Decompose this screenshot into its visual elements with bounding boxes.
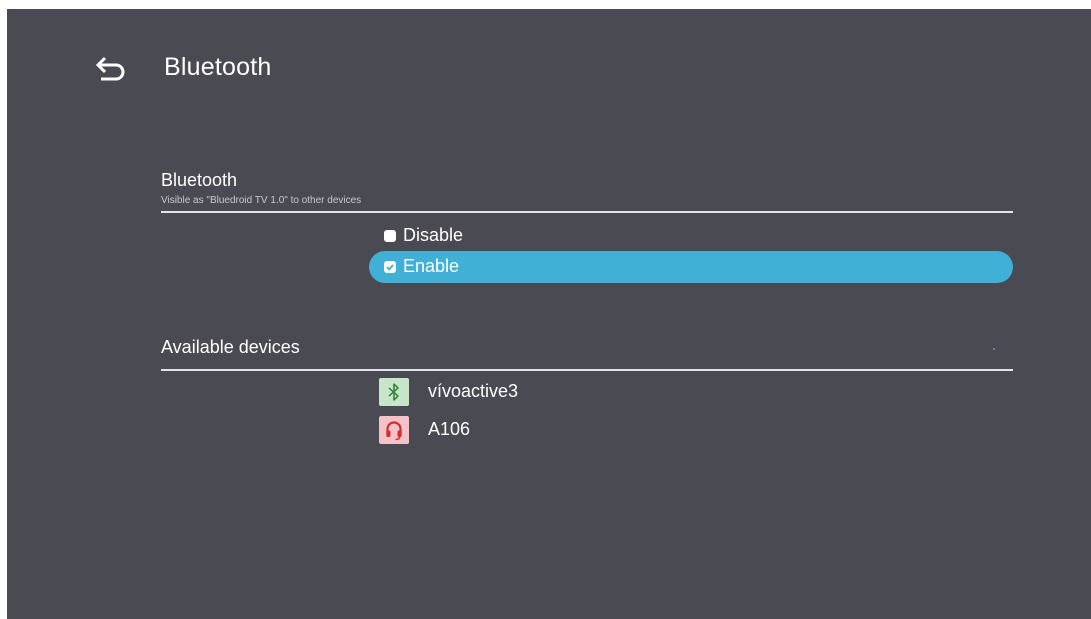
bluetooth-visibility-subtitle: Visible as "Bluedroid TV 1.0" to other d… xyxy=(161,195,362,206)
device-item[interactable]: A106 xyxy=(379,416,779,446)
device-item[interactable]: vívoactive3 xyxy=(379,378,779,408)
bluetooth-settings-screen: Bluetooth Bluetooth Visible as "Bluedroi… xyxy=(7,9,1091,619)
option-enable-label: Enable xyxy=(403,256,460,276)
device-name: A106 xyxy=(428,419,471,439)
page-title: Bluetooth xyxy=(164,53,272,81)
option-enable[interactable]: Enable xyxy=(369,251,1013,283)
headphones-icon xyxy=(379,416,409,444)
back-arrow-icon xyxy=(95,56,125,81)
scanning-indicator xyxy=(993,348,995,350)
devices-divider xyxy=(161,369,1013,371)
bluetooth-icon xyxy=(379,378,409,406)
bluetooth-section-title: Bluetooth xyxy=(161,170,238,190)
bluetooth-divider xyxy=(161,211,1013,213)
checkbox-checked-icon[interactable] xyxy=(384,261,396,273)
device-name: vívoactive3 xyxy=(428,381,519,401)
checkbox-unchecked-icon[interactable] xyxy=(384,230,396,242)
option-disable-label: Disable xyxy=(403,225,464,245)
back-button[interactable] xyxy=(95,54,129,84)
option-disable[interactable]: Disable xyxy=(369,220,1013,252)
available-devices-title: Available devices xyxy=(161,337,300,357)
